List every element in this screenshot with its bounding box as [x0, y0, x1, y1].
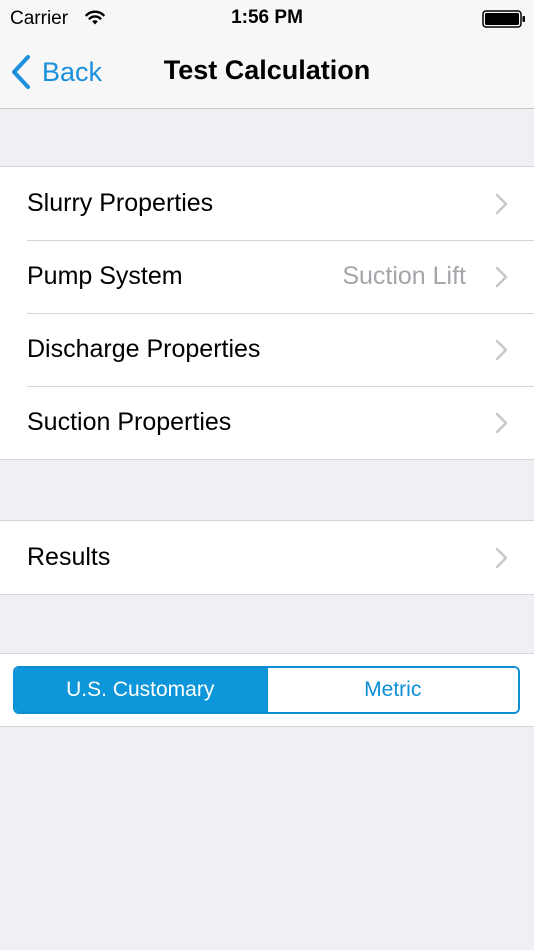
navigation-bar: Back Test Calculation — [0, 38, 534, 109]
status-bar: Carrier 1:56 PM — [0, 0, 534, 38]
cell-label: Results — [27, 543, 111, 571]
segment-us-customary[interactable]: U.S. Customary — [15, 668, 266, 712]
cell-label: Discharge Properties — [27, 335, 261, 363]
page-title: Test Calculation — [163, 55, 371, 85]
units-section: U.S. Customary Metric — [0, 653, 534, 727]
cell-discharge-properties[interactable]: Discharge Properties — [0, 313, 534, 386]
cell-label: Pump System — [27, 262, 183, 290]
properties-group: Slurry Properties Pump System Suction Li… — [0, 166, 534, 460]
chevron-right-icon — [495, 266, 508, 288]
units-segmented-control: U.S. Customary Metric — [13, 666, 520, 714]
chevron-right-icon — [495, 193, 508, 215]
cell-label: Suction Properties — [27, 408, 232, 436]
chevron-right-icon — [495, 339, 508, 361]
cell-results[interactable]: Results — [0, 521, 534, 594]
status-time: 1:56 PM — [231, 7, 303, 28]
chevron-right-icon — [495, 412, 508, 434]
cell-suction-properties[interactable]: Suction Properties — [0, 386, 534, 459]
screen: Carrier 1:56 PM Back Test Calculation Sl… — [0, 0, 534, 950]
cell-pump-system[interactable]: Pump System Suction Lift — [0, 240, 534, 313]
cell-label: Slurry Properties — [27, 189, 214, 217]
results-group: Results — [0, 520, 534, 595]
chevron-right-icon — [495, 547, 508, 569]
battery-icon — [482, 10, 525, 28]
segment-metric[interactable]: Metric — [265, 668, 518, 712]
cell-detail-value: Suction Lift — [342, 262, 466, 290]
cell-slurry-properties[interactable]: Slurry Properties — [0, 167, 534, 240]
